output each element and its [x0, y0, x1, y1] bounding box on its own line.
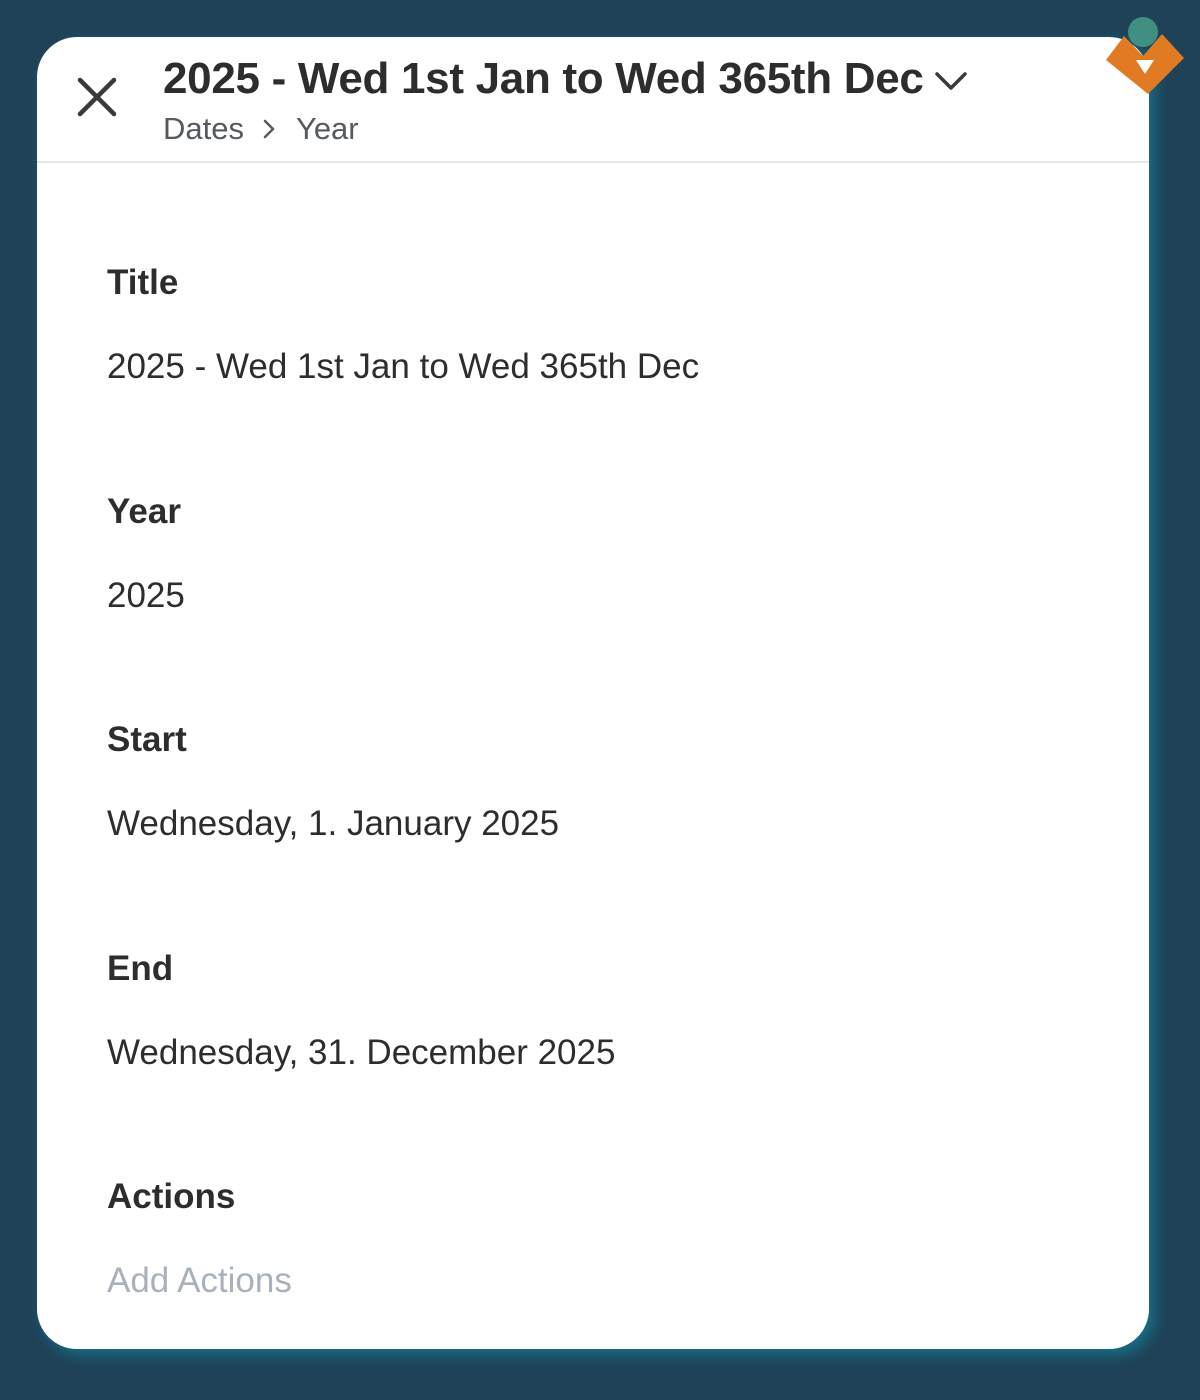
field-label-year: Year	[107, 492, 181, 531]
add-actions-button[interactable]: Add Actions	[107, 1261, 292, 1301]
field-label-actions: Actions	[107, 1177, 236, 1216]
field-label-end: End	[107, 949, 174, 988]
field-label-title: Title	[107, 263, 179, 302]
detail-panel: 2025 - Wed 1st Jan to Wed 365th Dec Date…	[37, 37, 1149, 1349]
panel-header: 2025 - Wed 1st Jan to Wed 365th Dec Date…	[37, 37, 1149, 163]
field-value-end: Wednesday, 31. December 2025	[107, 1033, 616, 1072]
breadcrumb-item-year[interactable]: Year	[296, 111, 359, 147]
field-value-year: 2025	[107, 576, 185, 615]
chevron-right-icon	[263, 119, 275, 139]
breadcrumb-item-dates[interactable]: Dates	[163, 111, 244, 147]
close-button[interactable]	[73, 73, 121, 121]
field-label-start: Start	[107, 720, 187, 759]
field-value-start: Wednesday, 1. January 2025	[107, 804, 560, 843]
app-logo-icon	[1106, 17, 1184, 94]
chevron-down-icon	[934, 72, 967, 90]
close-icon	[77, 77, 117, 117]
page-title: 2025 - Wed 1st Jan to Wed 365th Dec	[163, 54, 924, 103]
breadcrumb: Dates Year	[163, 109, 359, 149]
record-title-dropdown[interactable]: 2025 - Wed 1st Jan to Wed 365th Dec	[163, 51, 970, 107]
field-value-title: 2025 - Wed 1st Jan to Wed 365th Dec	[107, 347, 700, 386]
